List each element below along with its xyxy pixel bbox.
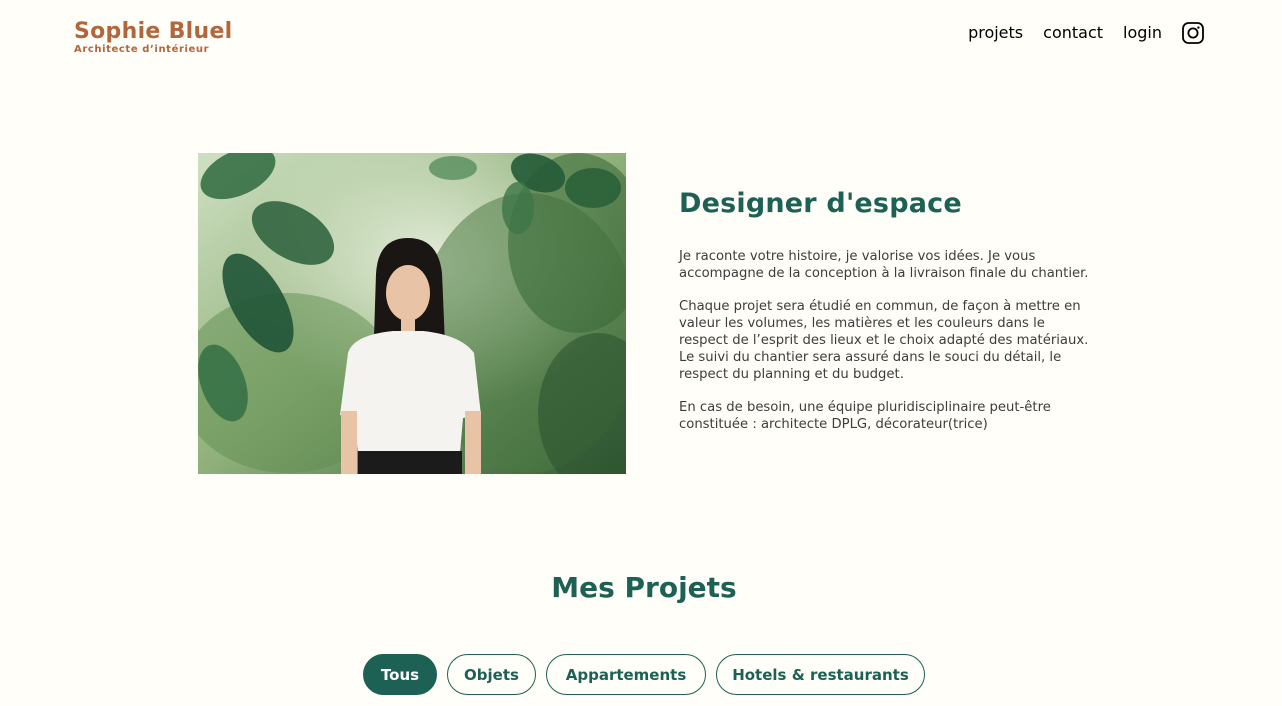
brand-name: Sophie Bluel	[74, 19, 233, 44]
filter-button-tous[interactable]: Tous	[363, 654, 437, 695]
nav-link-login[interactable]: login	[1123, 20, 1162, 46]
main-nav: projets contact login	[968, 20, 1204, 46]
intro-text: Designer d'espace Je raconte votre histo…	[679, 186, 1089, 434]
nav-link-contact[interactable]: contact	[1043, 20, 1103, 46]
filter-button-appartements[interactable]: Appartements	[546, 654, 706, 695]
intro-paragraph-1: Je raconte votre histoire, je valorise v…	[679, 249, 1089, 281]
filter-button-objets[interactable]: Objets	[447, 654, 536, 695]
profile-photo	[198, 153, 626, 474]
filter-button-hotels-restaurants[interactable]: Hotels & restaurants	[716, 654, 925, 695]
projects-title: Mes Projets	[551, 571, 737, 604]
filter-bar: Tous Objets Appartements Hotels & restau…	[363, 654, 935, 695]
intro-paragraph-2: Chaque projet sera étudié en commun, de …	[679, 299, 1089, 382]
nav-link-projets[interactable]: projets	[968, 20, 1023, 46]
intro-paragraph-3: En cas de besoin, une équipe pluridiscip…	[679, 400, 1051, 432]
brand-logo[interactable]: Sophie Bluel Architecte d’intérieur	[74, 20, 233, 56]
brand-subtitle: Architecte d’intérieur	[74, 44, 210, 55]
instagram-icon[interactable]	[1182, 22, 1204, 44]
intro-title: Designer d'espace	[679, 188, 962, 219]
